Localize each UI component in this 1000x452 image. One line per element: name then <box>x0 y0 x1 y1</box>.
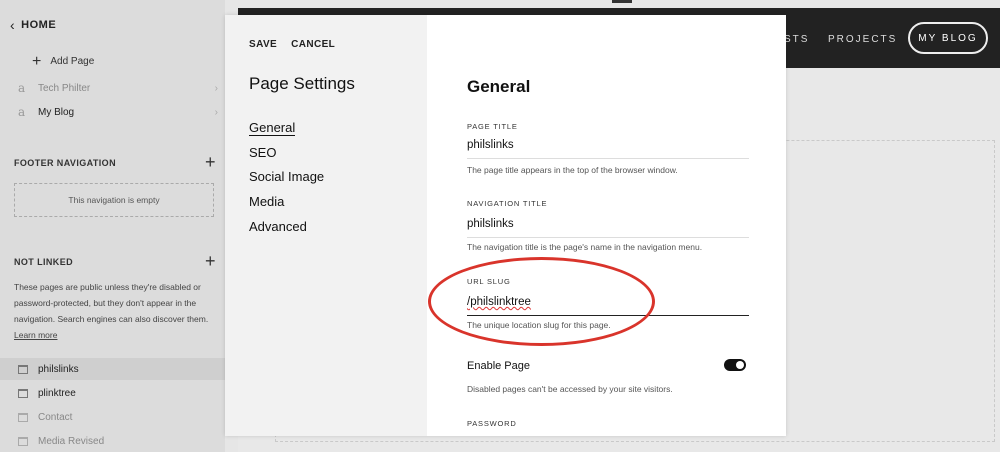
page-title-help: The page title appears in the top of the… <box>467 165 678 175</box>
menu-item-label: Media <box>249 194 285 210</box>
page-item-media-revised[interactable]: Media Revised <box>0 430 225 452</box>
page-icon <box>18 388 28 398</box>
chevron-right-icon: › <box>214 106 218 118</box>
not-linked-description: These pages are public unless they're di… <box>14 279 214 343</box>
pages-sidebar: ‹ HOME + Add Page a Tech Philter › a My … <box>0 0 225 452</box>
page-a-icon: a <box>18 105 26 119</box>
password-label: PASSWORD <box>467 419 517 428</box>
url-slug-help: The unique location slug for this page. <box>467 320 611 330</box>
page-title-input[interactable] <box>467 131 749 159</box>
site-nav-link-partial[interactable]: STS <box>784 34 809 45</box>
top-indicator <box>612 0 632 3</box>
page-icon <box>18 412 28 422</box>
enable-page-label: Enable Page <box>467 360 530 372</box>
settings-panel: General PAGE TITLE The page title appear… <box>427 15 786 436</box>
nav-item-label: My Blog <box>38 106 75 118</box>
url-slug-value: /philslinktree <box>467 296 531 308</box>
footer-navigation-title: FOOTER NAVIGATION <box>14 158 116 168</box>
page-icon <box>18 436 28 446</box>
page-icon <box>18 364 28 374</box>
settings-menu: General SEO Social Image Media Advanced <box>249 119 324 242</box>
plus-icon: + <box>32 52 42 70</box>
menu-item-label: General <box>249 120 296 136</box>
page-item-label: plinktree <box>38 387 76 399</box>
settings-sidebar: SAVE CANCEL Page Settings General SEO So… <box>225 15 427 436</box>
enable-page-toggle[interactable] <box>724 359 746 371</box>
modal-actions: SAVE CANCEL <box>249 39 335 50</box>
add-page-button[interactable]: + Add Page <box>32 52 95 70</box>
add-not-linked-plus-icon[interactable]: + <box>205 252 216 270</box>
page-item-plinktree[interactable]: plinktree <box>0 382 225 404</box>
menu-item-advanced[interactable]: Advanced <box>249 218 324 243</box>
cancel-button[interactable]: CANCEL <box>291 39 335 50</box>
url-slug-input[interactable]: /philslinktree <box>467 288 749 316</box>
page-a-icon: a <box>18 81 26 95</box>
nav-item-my-blog[interactable]: a My Blog › <box>18 105 218 119</box>
url-slug-label: URL SLUG <box>467 277 511 286</box>
save-button[interactable]: SAVE <box>249 39 277 50</box>
menu-item-label: Advanced <box>249 218 307 234</box>
menu-item-social-image[interactable]: Social Image <box>249 168 324 193</box>
not-linked-desc-text: These pages are public unless they're di… <box>14 282 209 324</box>
navigation-title-input[interactable] <box>467 210 749 238</box>
page-item-contact[interactable]: Contact <box>0 406 225 428</box>
page-item-label: Media Revised <box>38 435 105 447</box>
page-settings-modal: SAVE CANCEL Page Settings General SEO So… <box>225 15 786 436</box>
site-nav-link-projects[interactable]: PROJECTS <box>828 34 897 45</box>
navigation-title-help: The navigation title is the page's name … <box>467 242 703 252</box>
chevron-left-icon: ‹ <box>10 17 16 33</box>
page-item-label: Contact <box>38 411 73 423</box>
home-link[interactable]: ‹ HOME <box>10 17 56 33</box>
menu-item-seo[interactable]: SEO <box>249 144 324 169</box>
navigation-title-label: NAVIGATION TITLE <box>467 199 548 208</box>
home-label: HOME <box>21 19 57 31</box>
page-title-label: PAGE TITLE <box>467 122 518 131</box>
page-item-label: philslinks <box>38 363 79 375</box>
menu-item-label: SEO <box>249 144 277 160</box>
menu-item-media[interactable]: Media <box>249 193 324 218</box>
footer-nav-empty-box: This navigation is empty <box>14 183 214 217</box>
modal-title: Page Settings <box>249 74 355 93</box>
enable-page-help: Disabled pages can't be accessed by your… <box>467 384 673 394</box>
learn-more-link[interactable]: Learn more <box>14 327 214 343</box>
site-nav-my-blog-button[interactable]: MY BLOG <box>908 22 988 54</box>
nav-item-tech-philter[interactable]: a Tech Philter › <box>18 81 218 95</box>
add-page-label: Add Page <box>50 56 95 67</box>
nav-item-label: Tech Philter <box>38 82 91 94</box>
menu-item-label: Social Image <box>249 169 325 185</box>
add-footer-nav-plus-icon[interactable]: + <box>205 153 216 171</box>
not-linked-title: NOT LINKED <box>14 257 73 267</box>
section-title: General <box>467 77 531 96</box>
page-item-philslinks[interactable]: philslinks <box>0 358 225 380</box>
menu-item-general[interactable]: General <box>249 119 324 144</box>
chevron-right-icon: › <box>214 82 218 94</box>
